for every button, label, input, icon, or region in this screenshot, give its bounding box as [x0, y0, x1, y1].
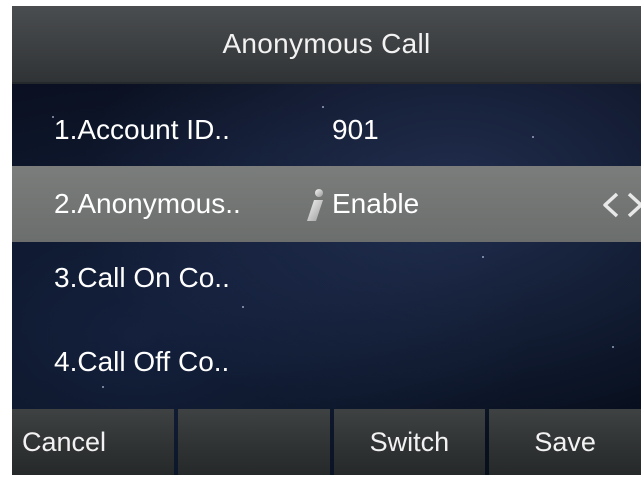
switch-softkey[interactable]: Switch — [333, 409, 486, 475]
title-bar: Anonymous Call — [12, 6, 641, 84]
phone-screen: Anonymous Call 1.Account ID.. 901 2.Anon… — [12, 6, 641, 475]
menu-item-account-id[interactable]: 1.Account ID.. 901 — [12, 92, 641, 168]
menu-item-value: 901 — [332, 114, 379, 145]
page-title: Anonymous Call — [222, 28, 431, 59]
info-icon — [307, 189, 323, 221]
menu-item-call-off-code[interactable]: 4.Call Off Co.. — [12, 324, 641, 400]
left-right-arrows-icon[interactable] — [599, 190, 641, 220]
softkey-bar: Cancel Switch Save — [12, 409, 641, 475]
menu-item-anonymous[interactable]: 2.Anonymous.. Enable — [12, 166, 641, 242]
menu-item-label: 1.Account ID.. — [54, 114, 230, 145]
empty-softkey[interactable] — [177, 409, 330, 475]
menu-item-label: 2.Anonymous.. — [54, 188, 241, 219]
menu-item-label: 3.Call On Co.. — [54, 262, 230, 293]
menu-item-label: 4.Call Off Co.. — [54, 346, 230, 377]
cancel-softkey[interactable]: Cancel — [12, 409, 174, 475]
menu-item-call-on-code[interactable]: 3.Call On Co.. — [12, 240, 641, 316]
save-softkey[interactable]: Save — [489, 409, 641, 475]
menu-item-value: Enable — [332, 188, 420, 219]
